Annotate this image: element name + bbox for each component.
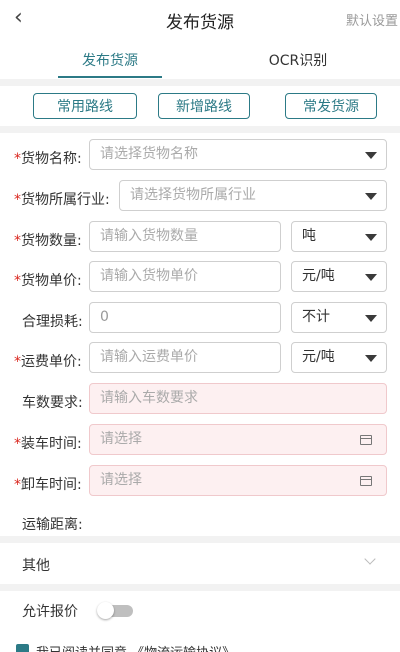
divider <box>0 79 400 86</box>
agreement-row: 我已阅读并同意 《物流运输协议》 <box>0 640 400 652</box>
calendar-icon <box>360 435 372 445</box>
load-time-picker[interactable]: 请选择 <box>89 424 387 455</box>
form-row-unit-price: *货物单价: 请输入货物单价 元/吨 <box>0 261 400 301</box>
form-row-load-time: *装车时间: 请选择 <box>0 424 400 464</box>
tab-publish[interactable]: 发布货源 <box>60 50 160 70</box>
unit-price-label: 货物单价: <box>21 273 82 289</box>
quantity-label: 货物数量: <box>21 233 82 249</box>
required-mark: * <box>14 354 21 370</box>
industry-select[interactable]: 请选择货物所属行业 <box>119 180 387 211</box>
required-mark: * <box>14 273 21 289</box>
loss-unit-value: 不计 <box>302 309 330 325</box>
toggle-knob <box>97 602 114 619</box>
dropdown-caret-icon <box>365 152 377 159</box>
tab-bar: 发布货源 OCR识别 <box>0 44 400 78</box>
common-routes-button[interactable]: 常用路线 <box>33 93 137 119</box>
unload-time-placeholder: 请选择 <box>100 472 142 488</box>
goods-name-placeholder: 请选择货物名称 <box>100 146 198 162</box>
required-mark: * <box>14 477 21 493</box>
required-mark: * <box>14 151 21 167</box>
divider <box>0 126 400 133</box>
freight-label: 运费单价: <box>21 354 82 370</box>
calendar-icon <box>360 476 372 486</box>
form-row-unload-time: *卸车时间: 请选择 <box>0 465 400 505</box>
form-row-freight: *运费单价: 请输入运费单价 元/吨 <box>0 342 400 382</box>
frequent-goods-button[interactable]: 常发货源 <box>285 93 377 119</box>
loss-input[interactable]: 0 <box>89 302 281 333</box>
freight-unit-select[interactable]: 元/吨 <box>291 342 387 373</box>
freight-input[interactable]: 请输入运费单价 <box>89 342 281 373</box>
agreement-checkbox[interactable] <box>16 644 29 652</box>
chevron-down-icon <box>364 553 376 565</box>
quantity-input[interactable]: 请输入货物数量 <box>89 221 281 252</box>
required-mark: * <box>14 233 21 249</box>
freight-placeholder: 请输入运费单价 <box>100 349 198 365</box>
form-row-loss: 合理损耗: 0 不计 <box>0 302 400 342</box>
unload-time-picker[interactable]: 请选择 <box>89 465 387 496</box>
loss-label: 合理损耗: <box>22 314 83 330</box>
unit-price-unit-select[interactable]: 元/吨 <box>291 261 387 292</box>
required-mark: * <box>14 192 21 208</box>
divider <box>0 536 400 543</box>
load-time-placeholder: 请选择 <box>100 431 142 447</box>
unit-price-unit-value: 元/吨 <box>302 268 335 284</box>
header: ‹ 发布货源 默认设置 <box>0 0 400 40</box>
dropdown-caret-icon <box>365 315 377 322</box>
quantity-unit-value: 吨 <box>302 228 316 244</box>
allow-quote-label: 允许报价 <box>22 604 78 620</box>
load-time-label: 装车时间: <box>21 436 82 452</box>
quantity-placeholder: 请输入货物数量 <box>100 228 198 244</box>
other-label: 其他 <box>22 558 50 574</box>
required-mark: * <box>14 436 21 452</box>
quantity-unit-select[interactable]: 吨 <box>291 221 387 252</box>
vehicles-placeholder: 请输入车数要求 <box>100 390 198 406</box>
dropdown-caret-icon <box>365 193 377 200</box>
industry-label: 货物所属行业: <box>21 192 110 208</box>
vehicles-input[interactable]: 请输入车数要求 <box>89 383 387 414</box>
industry-placeholder: 请选择货物所属行业 <box>130 187 256 203</box>
form-row-quantity: *货物数量: 请输入货物数量 吨 <box>0 221 400 261</box>
vehicles-label: 车数要求: <box>22 395 83 411</box>
loss-unit-select[interactable]: 不计 <box>291 302 387 333</box>
other-section-toggle[interactable]: 其他 <box>0 543 400 583</box>
distance-label: 运输距离: <box>22 517 83 533</box>
allow-quote-toggle[interactable] <box>97 602 133 619</box>
tab-ocr[interactable]: OCR识别 <box>248 50 348 70</box>
goods-name-select[interactable]: 请选择货物名称 <box>89 139 387 170</box>
dropdown-caret-icon <box>365 274 377 281</box>
new-route-button[interactable]: 新增路线 <box>158 93 250 119</box>
dropdown-caret-icon <box>365 355 377 362</box>
divider <box>0 584 400 591</box>
form-row-vehicles: 车数要求: 请输入车数要求 <box>0 383 400 423</box>
dropdown-caret-icon <box>365 234 377 241</box>
default-settings-button[interactable]: 默认设置 <box>346 10 398 29</box>
form-row-industry: *货物所属行业: 请选择货物所属行业 <box>0 180 400 220</box>
page-title: 发布货源 <box>166 13 234 33</box>
freight-unit-value: 元/吨 <box>302 349 335 365</box>
unit-price-placeholder: 请输入货物单价 <box>100 268 198 284</box>
loss-value: 0 <box>100 309 109 325</box>
agreement-text[interactable]: 我已阅读并同意 《物流运输协议》 <box>36 642 235 652</box>
goods-name-label: 货物名称: <box>21 151 82 167</box>
form-row-goods-name: *货物名称: 请选择货物名称 <box>0 139 400 179</box>
active-tab-indicator <box>58 76 162 78</box>
unload-time-label: 卸车时间: <box>21 477 82 493</box>
unit-price-input[interactable]: 请输入货物单价 <box>89 261 281 292</box>
